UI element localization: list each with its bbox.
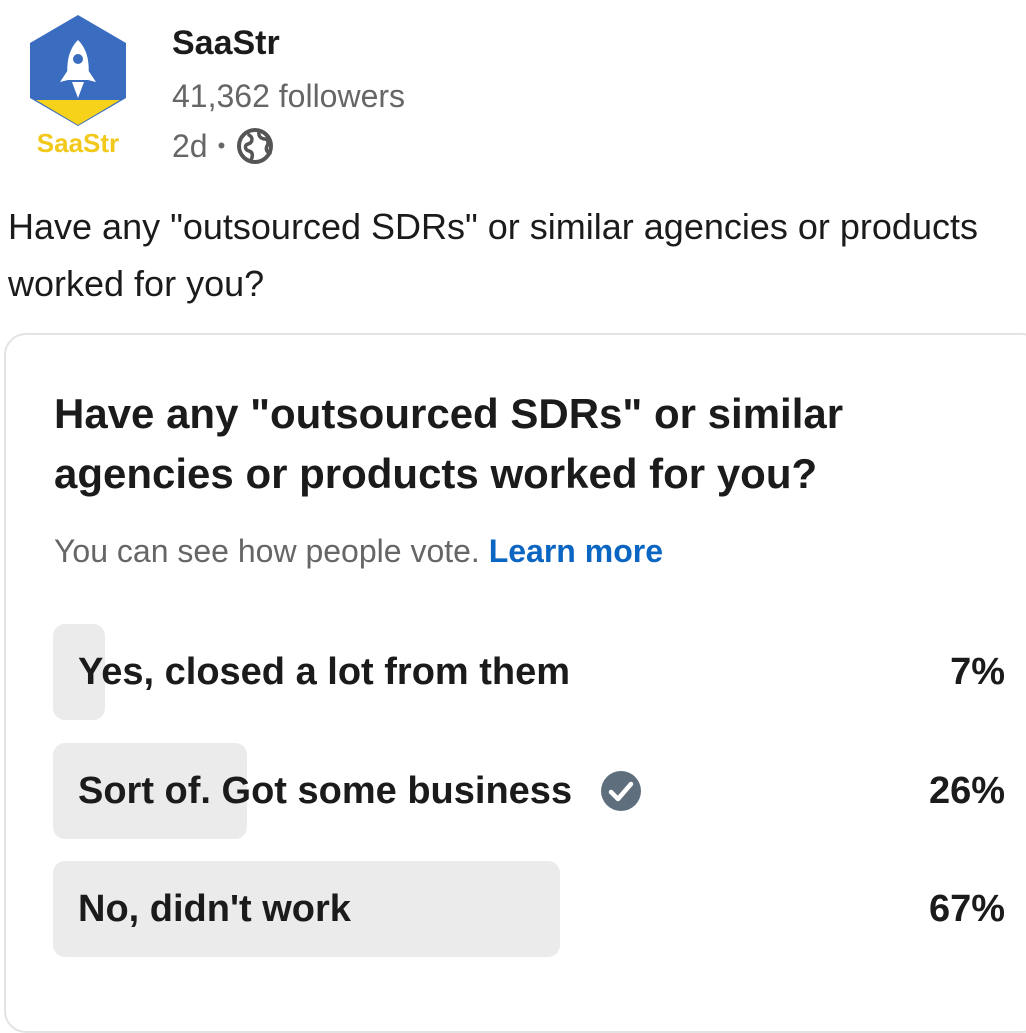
option-label: No, didn't work: [78, 887, 351, 930]
option-label-row: Yes, closed a lot from them: [78, 624, 570, 720]
author-name[interactable]: SaaStr: [172, 24, 280, 63]
poll-option-sort-of[interactable]: Sort of. Got some business 26%: [53, 743, 1013, 839]
option-percent: 67%: [928, 887, 1005, 930]
option-label-row: Sort of. Got some business: [78, 743, 642, 839]
poll-question: Have any "outsourced SDRs" or similar ag…: [54, 390, 844, 497]
logo-text: SaaStr: [37, 128, 119, 158]
post-time: 2d: [172, 127, 208, 164]
post-header: SaaStr SaaStr 41,362 followers 2d •: [0, 0, 1026, 180]
option-percent: 26%: [928, 769, 1005, 812]
option-label: Yes, closed a lot from them: [78, 650, 571, 693]
globe-icon: [237, 128, 274, 164]
option-label-row: No, didn't work: [78, 861, 351, 957]
visibility-text: You can see how people vote.: [54, 533, 480, 569]
learn-more-link[interactable]: Learn more: [489, 533, 663, 569]
post-meta: 2d •: [172, 126, 275, 166]
check-circle-icon: [601, 771, 642, 811]
post-text: Have any "outsourced SDRs" or similar ag…: [8, 206, 978, 304]
option-label: Sort of. Got some business: [78, 769, 573, 812]
saastr-logo[interactable]: SaaStr: [22, 12, 134, 162]
vote-visibility-note: You can see how people vote. Learn more: [54, 533, 663, 570]
option-percent: 7%: [950, 650, 1005, 693]
poll-option-no[interactable]: No, didn't work 67%: [53, 861, 1013, 957]
poll-option-yes[interactable]: Yes, closed a lot from them 7%: [53, 624, 1013, 720]
separator-dot: •: [217, 133, 226, 158]
follower-count: 41,362 followers: [172, 78, 406, 114]
